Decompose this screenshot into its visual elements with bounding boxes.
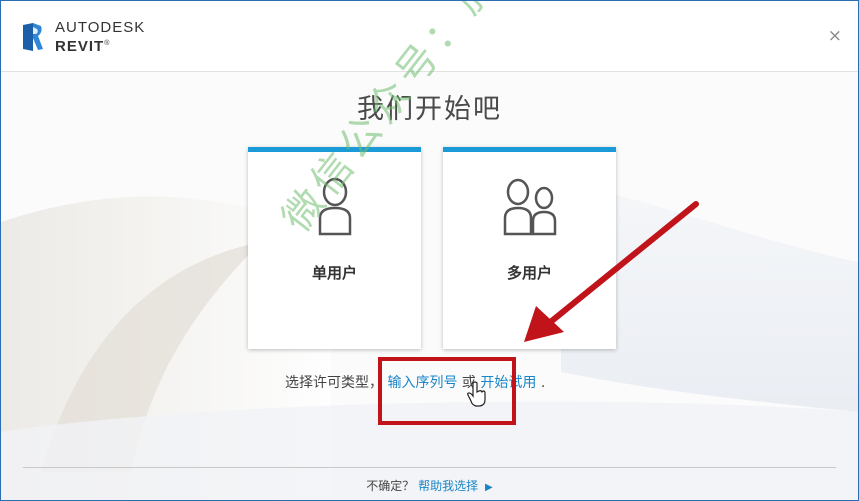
annotation-arrow-icon (524, 201, 699, 342)
footer-help: 不确定？ 帮助我选择 ▶ (1, 477, 858, 494)
brand-product: REVIT® (55, 38, 111, 55)
autodesk-revit-wordmark: AUTODESK REVIT® (55, 20, 145, 55)
annotation-highlight-box (378, 357, 516, 425)
help-me-choose-link[interactable]: 帮助我选择 (418, 479, 478, 493)
hand-cursor-icon (467, 381, 486, 407)
license-prompt-text: 选择许可类型， (285, 375, 383, 391)
brand-company: AUTODESK (55, 19, 146, 36)
license-dialog: AUTODESK REVIT® × 我们开始吧 单用户 多用户 选择许可类型， … (0, 0, 859, 501)
license-suffix: . (540, 375, 546, 391)
title-bar: AUTODESK REVIT® × (1, 1, 858, 72)
single-user-card[interactable]: 单用户 (248, 147, 421, 349)
revit-logo-icon (23, 23, 43, 51)
play-arrow-icon[interactable]: ▶ (485, 482, 493, 493)
single-user-label: 单用户 (311, 264, 357, 282)
page-title: 我们开始吧 (357, 94, 502, 125)
close-button[interactable]: × (828, 27, 842, 45)
footer-divider (23, 467, 836, 468)
single-user-icon (318, 177, 352, 236)
footer-question: 不确定？ (366, 479, 415, 493)
background-artwork (1, 72, 858, 500)
